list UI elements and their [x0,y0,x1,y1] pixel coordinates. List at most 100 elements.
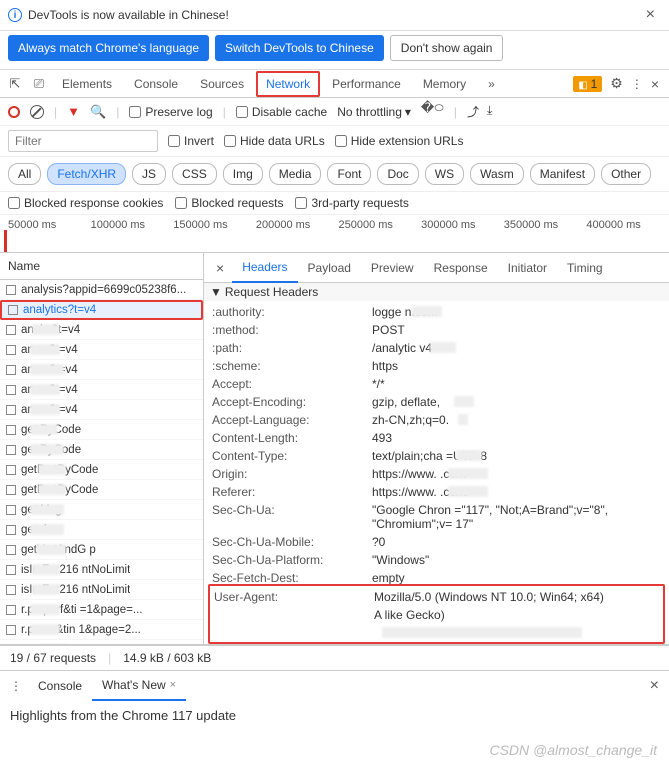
header-value: "Windows" [372,553,661,567]
request-list: analysis?appid=6699c05238f6...analytics?… [0,280,203,644]
request-row[interactable]: r.pn ov&tin 1&page=2... [0,620,203,640]
search-icon[interactable]: 🔍 [90,104,106,120]
detail-tab-preview[interactable]: Preview [361,254,424,282]
name-column-header[interactable]: Name [0,253,203,280]
throttling-select[interactable]: No throttling ▾ [337,105,411,119]
tab-console[interactable]: Console [124,71,188,97]
download-har-icon[interactable]: ⤓ [487,103,492,120]
device-icon[interactable]: ⎚ [28,76,50,92]
pill-fetch-xhr[interactable]: Fetch/XHR [47,163,126,185]
blocked-cookies-checkbox[interactable]: Blocked response cookies [8,196,163,210]
tab-network[interactable]: Network [256,71,320,97]
header-row: Sec-Ch-Ua:"Google Chron ="117", "Not;A=B… [212,501,661,533]
hide-ext-urls-checkbox[interactable]: Hide extension URLs [335,134,464,148]
request-row[interactable]: get ByCode [0,440,203,460]
header-row: Origin:https://www. .com [212,465,661,483]
timeline-overview[interactable]: 50000 ms100000 ms150000 ms200000 ms25000… [0,215,669,253]
request-row[interactable]: ana s?t=v4 [0,340,203,360]
record-icon[interactable] [8,106,20,118]
close-drawer-icon[interactable]: × [644,677,665,695]
pill-font[interactable]: Font [327,163,371,185]
pill-img[interactable]: Img [223,163,263,185]
request-row[interactable]: getD ctByCode [0,480,203,500]
request-row[interactable]: anal s?t=v4 [0,320,203,340]
header-row: :method:POST [212,321,661,339]
third-party-checkbox[interactable]: 3rd-party requests [295,196,408,210]
tab-elements[interactable]: Elements [52,71,122,97]
close-devtools-icon[interactable]: × [651,76,659,92]
hide-data-urls-checkbox[interactable]: Hide data URLs [224,134,325,148]
pill-ws[interactable]: WS [425,163,464,185]
close-icon[interactable]: × [170,679,176,691]
kebab-icon[interactable]: ⋮ [631,77,643,91]
request-row[interactable]: ana s?t=v4 [0,400,203,420]
pill-media[interactable]: Media [269,163,322,185]
detail-tab-initiator[interactable]: Initiator [498,254,557,282]
request-row[interactable]: isIn For216 ntNoLimit [0,560,203,580]
request-row[interactable]: get d [0,520,203,540]
request-row[interactable]: send. . perience [0,640,203,644]
watermark: CSDN @almost_change_it [489,742,657,758]
header-value: */* [372,377,661,391]
request-row[interactable]: get Msg [0,500,203,520]
detail-tab-payload[interactable]: Payload [298,254,361,282]
detail-tab-headers[interactable]: Headers [232,253,297,283]
request-row[interactable]: getV stAndG p [0,540,203,560]
settings-icon[interactable]: ⚙ [610,75,623,92]
request-row[interactable]: ana s?t=v4 [0,380,203,400]
close-detail-icon[interactable]: × [208,260,232,276]
request-row[interactable]: isIn For216 ntNoLimit [0,580,203,600]
match-language-button[interactable]: Always match Chrome's language [8,35,209,61]
close-icon[interactable]: × [640,6,661,24]
kebab-icon[interactable]: ⋮ [4,679,28,693]
filter-input[interactable] [8,130,158,152]
header-key: Sec-Ch-Ua: [212,503,372,517]
upload-har-icon[interactable]: ⤴ [467,103,479,120]
pill-css[interactable]: CSS [172,163,217,185]
tab-sources[interactable]: Sources [190,71,254,97]
invert-checkbox[interactable]: Invert [168,134,214,148]
header-key: Content-Length: [212,431,372,445]
header-value: POST [372,323,661,337]
pill-wasm[interactable]: Wasm [470,163,524,185]
pill-other[interactable]: Other [601,163,651,185]
request-row[interactable]: r.pn perf&ti =1&page=... [0,600,203,620]
pill-manifest[interactable]: Manifest [530,163,595,185]
dont-show-button[interactable]: Don't show again [390,35,504,61]
network-conditions-icon[interactable]: �࿀ [421,93,444,130]
file-icon [6,525,16,535]
file-icon [6,405,16,415]
drawer-tab-console[interactable]: Console [28,672,92,700]
filter-icon[interactable]: ▼ [67,104,80,119]
request-row[interactable]: analytics?t=v4 [0,300,203,320]
detail-tab-timing[interactable]: Timing [557,254,613,282]
pill-all[interactable]: All [8,163,41,185]
more-tabs[interactable]: » [478,71,505,97]
request-row[interactable]: getD ctByCode [0,460,203,480]
network-toolbar: | ▼ 🔍 | Preserve log | Disable cache No … [0,98,669,126]
request-row[interactable]: get ByCode [0,420,203,440]
timeline-tick: 200000 ms [256,219,339,252]
inspect-icon[interactable]: ⇱ [4,76,26,92]
timeline-tick: 250000 ms [339,219,422,252]
blocked-requests-checkbox[interactable]: Blocked requests [175,196,283,210]
disable-cache-checkbox[interactable]: Disable cache [236,105,327,119]
header-row: Accept:*/* [212,375,661,393]
status-bar: 19 / 67 requests | 14.9 kB / 603 kB [0,645,669,670]
request-row[interactable]: ana s?t=v4 [0,360,203,380]
tab-performance[interactable]: Performance [322,71,411,97]
detail-tab-response[interactable]: Response [424,254,498,282]
issues-badge[interactable]: ◧ 1 [573,76,602,92]
request-row[interactable]: analysis?appid=6699c05238f6... [0,280,203,300]
pill-js[interactable]: JS [132,163,166,185]
header-value: https://www. .com/ [372,485,661,499]
request-headers-section[interactable]: ▼Request Headers [204,283,669,301]
preserve-log-checkbox[interactable]: Preserve log [129,105,212,119]
header-value: https [372,359,661,373]
clear-icon[interactable] [30,105,44,119]
switch-chinese-button[interactable]: Switch DevTools to Chinese [215,35,384,61]
timeline-tick: 300000 ms [421,219,504,252]
file-icon [8,305,18,315]
pill-doc[interactable]: Doc [377,163,418,185]
drawer-tab-whatsnew[interactable]: What's New× [92,671,186,701]
